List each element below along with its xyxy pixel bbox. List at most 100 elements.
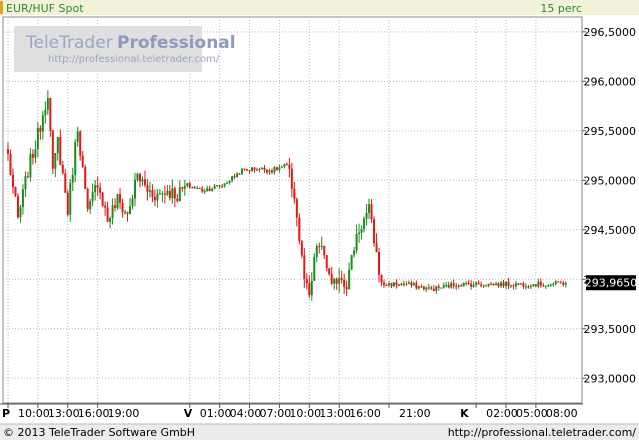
candle-body — [340, 277, 343, 280]
candle-body — [402, 283, 405, 285]
candle-body — [335, 279, 338, 284]
candle-body — [71, 174, 74, 183]
candle-body — [420, 286, 423, 288]
candle-body — [268, 170, 271, 173]
x-axis: 10:0013:0016:0019:00 01:0004:0007:0010:00… — [0, 403, 583, 420]
candle-body — [412, 283, 415, 286]
candle-body — [325, 255, 328, 269]
candle-body — [457, 285, 460, 287]
candle-body — [173, 188, 176, 199]
candle-body — [16, 196, 19, 218]
candle-body — [298, 217, 301, 242]
candle-body — [146, 185, 149, 192]
candle-body — [512, 285, 515, 287]
candle-body — [500, 282, 503, 287]
candle-body — [368, 204, 371, 213]
candle-body — [353, 250, 356, 256]
candle-body — [549, 284, 552, 286]
candle-body — [86, 188, 89, 210]
x-tick-label: 16:00 — [349, 407, 381, 420]
candle-body — [141, 179, 144, 182]
candle-body — [485, 285, 488, 287]
candle-body — [138, 173, 141, 182]
candle-body — [380, 274, 383, 283]
candle-body — [116, 194, 119, 209]
candle-body — [467, 282, 470, 284]
candle-body — [39, 127, 42, 132]
candle-body — [246, 169, 249, 171]
candle-body — [527, 286, 530, 288]
candle-body — [519, 283, 522, 285]
candle-body — [213, 185, 216, 189]
candle-body — [333, 279, 336, 284]
candle-body — [288, 164, 291, 169]
candle-body — [564, 282, 567, 285]
candle-body — [392, 282, 395, 287]
candle-body — [104, 205, 107, 208]
candle-body — [69, 182, 72, 215]
candle-body — [450, 283, 453, 288]
candle-body — [79, 131, 82, 156]
candle-body — [532, 284, 535, 287]
candle-body — [502, 282, 505, 287]
candle-body — [318, 246, 321, 248]
candle-body — [373, 219, 376, 244]
candle-body — [397, 284, 400, 286]
candle-body — [66, 192, 69, 215]
candle-body — [539, 281, 542, 286]
candle-body — [445, 284, 448, 286]
candle-body — [490, 283, 493, 285]
candle-body — [495, 283, 498, 286]
candle-body — [161, 193, 164, 195]
candle-body — [415, 283, 418, 289]
candle-body — [251, 167, 254, 172]
candle-body — [534, 284, 537, 287]
candle-body — [218, 185, 221, 187]
x-tick-label: 21:00 — [399, 407, 431, 420]
footer-copyright: © 2013 TeleTrader Software GmbH — [3, 426, 195, 439]
candle-body — [101, 192, 104, 206]
candle-body — [278, 167, 281, 170]
watermark-product: Professional — [117, 33, 236, 53]
candle-body — [529, 286, 532, 288]
candle-body — [395, 282, 398, 285]
candle-body — [295, 198, 298, 218]
candle-body — [129, 206, 132, 214]
candle-body — [285, 164, 288, 166]
candle-body — [524, 286, 527, 288]
candle-body — [452, 283, 455, 286]
candle-body — [405, 283, 408, 285]
candle-body — [330, 274, 333, 284]
candle-body — [96, 185, 99, 188]
candle-body — [290, 168, 293, 189]
candle-body — [186, 183, 189, 186]
candle-body — [283, 164, 286, 167]
candle-body — [133, 179, 136, 199]
candle-body — [260, 167, 263, 169]
candle-body — [557, 281, 560, 283]
candle-body — [270, 170, 273, 173]
candle-body — [81, 155, 84, 167]
candle-body — [343, 279, 346, 288]
candle-body — [61, 164, 64, 174]
candle-body — [477, 282, 480, 285]
candle-body — [114, 205, 117, 209]
candle-body — [455, 285, 458, 287]
y-tick-label: 296,0000 — [584, 75, 637, 88]
candle-body — [355, 234, 358, 251]
candle-body — [198, 187, 201, 189]
candle-body — [323, 245, 326, 256]
x-tick-label: 02:00 — [486, 407, 518, 420]
candle-body — [201, 188, 204, 192]
chart-window: EUR/HUF Spot 15 perc TeleTrader Professi… — [0, 0, 639, 440]
candle-body — [238, 173, 241, 175]
candle-body — [387, 283, 390, 286]
candle-body — [193, 187, 196, 189]
candle-body — [124, 211, 127, 213]
candle-body — [171, 188, 174, 199]
candle-body — [243, 168, 246, 170]
candle-body — [91, 192, 94, 202]
instrument-label: EUR/HUF Spot — [6, 2, 84, 15]
candle-body — [126, 211, 129, 214]
candle-body — [422, 286, 425, 290]
